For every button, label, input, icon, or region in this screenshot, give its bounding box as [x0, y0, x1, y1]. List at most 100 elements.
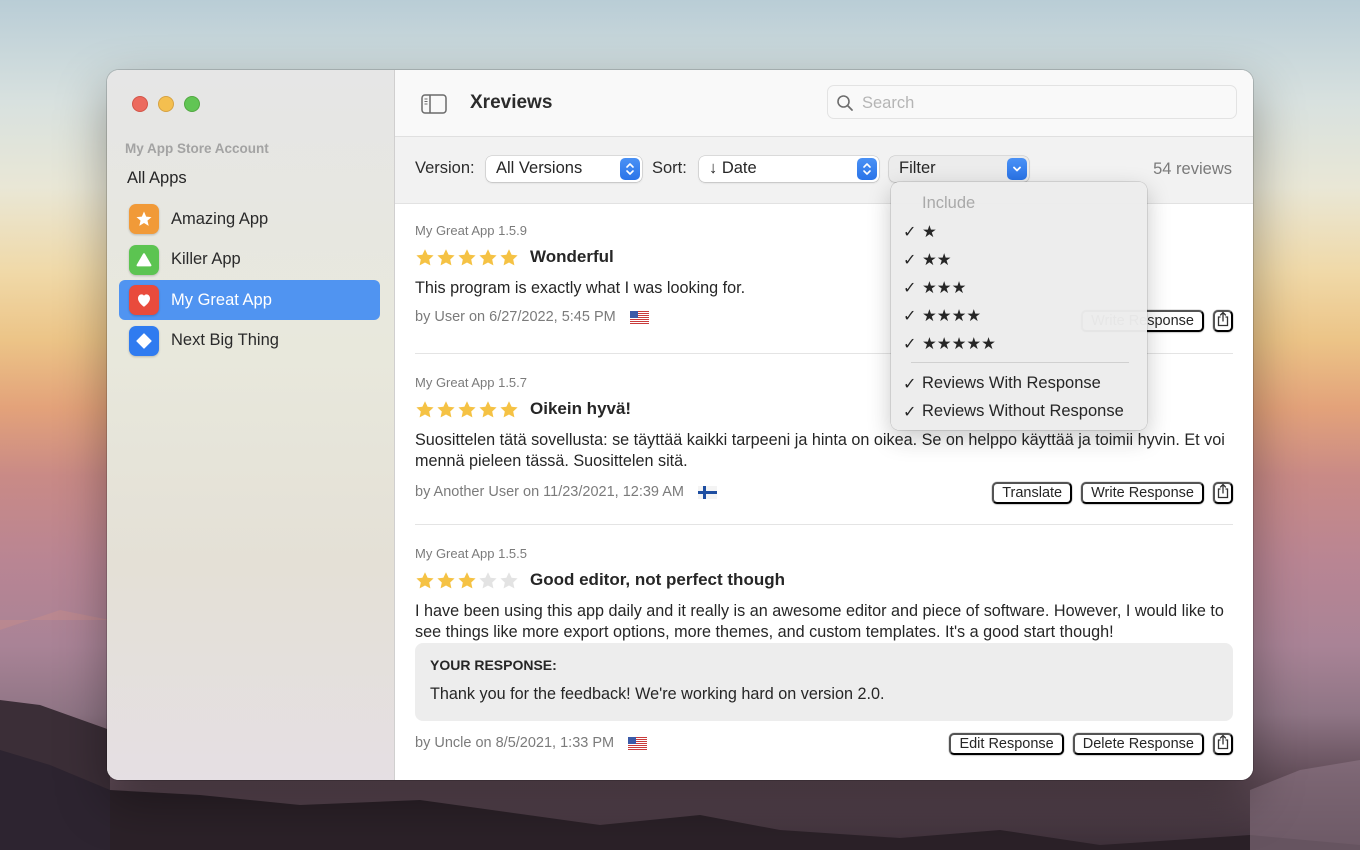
- app-list: Amazing App Killer App My Great App Next…: [119, 199, 380, 361]
- share-icon: [1216, 483, 1230, 503]
- star-filled-icon: [436, 571, 456, 590]
- share-button[interactable]: [1213, 482, 1233, 504]
- menu-item-label: ★★★★★: [922, 334, 996, 354]
- share-button[interactable]: [1213, 310, 1233, 332]
- app-icon-killer-app: [129, 245, 159, 275]
- filter-2-stars[interactable]: ✓ ★★: [891, 246, 1147, 274]
- translate-button[interactable]: Translate: [992, 482, 1072, 504]
- star-icon: [135, 210, 153, 228]
- filter-select[interactable]: Filter: [889, 156, 1029, 182]
- sidebar-toggle-icon[interactable]: [421, 94, 447, 114]
- title-bar: Xreviews: [395, 70, 1253, 137]
- version-label: Version:: [415, 159, 475, 178]
- triangle-icon: [135, 251, 153, 269]
- sidebar-item-killer-app[interactable]: Killer App: [119, 240, 380, 280]
- sidebar-item-amazing-app[interactable]: Amazing App: [119, 199, 380, 239]
- filter-menu-header: Include: [922, 194, 975, 213]
- review-title: Good editor, not perfect though: [530, 570, 785, 590]
- delete-response-button[interactable]: Delete Response: [1073, 733, 1204, 755]
- menu-item-label: ★★★★: [922, 306, 981, 326]
- up-down-chevron-icon: [857, 158, 877, 180]
- minimize-window-button[interactable]: [158, 96, 174, 112]
- review-header: Wonderful: [415, 247, 614, 267]
- share-button[interactable]: [1213, 733, 1233, 755]
- version-select[interactable]: All Versions: [486, 156, 642, 182]
- filter-3-stars[interactable]: ✓ ★★★: [891, 274, 1147, 302]
- checkmark-icon: ✓: [903, 334, 916, 354]
- star-filled-icon: [415, 248, 435, 267]
- star-filled-icon: [499, 400, 519, 419]
- menu-separator: [911, 362, 1129, 363]
- search-input[interactable]: [860, 86, 1224, 120]
- review-author-date: by Another User on 11/23/2021, 12:39 AM: [415, 484, 684, 500]
- sidebar-item-my-great-app[interactable]: My Great App: [119, 280, 380, 320]
- app-label: My Great App: [171, 291, 272, 310]
- star-rating: [415, 400, 519, 419]
- filter-menu: Include ✓ ★ ✓ ★★ ✓ ★★★ ✓ ★★★★ ✓ ★★★★★ ✓ …: [891, 182, 1147, 430]
- diamond-icon: [135, 332, 153, 350]
- version-select-value: All Versions: [496, 159, 582, 178]
- up-down-chevron-icon: [620, 158, 640, 180]
- checkmark-icon: ✓: [903, 250, 916, 270]
- window-controls: [132, 96, 200, 112]
- review-actions: Translate Write Response: [992, 482, 1233, 504]
- star-empty-icon: [499, 571, 519, 590]
- zoom-window-button[interactable]: [184, 96, 200, 112]
- review-body: This program is exactly what I was looki…: [415, 278, 745, 299]
- search-field[interactable]: [827, 85, 1237, 119]
- sidebar-item-all-apps[interactable]: All Apps: [127, 169, 187, 188]
- app-label: Next Big Thing: [171, 331, 279, 350]
- review-header: Oikein hyvä!: [415, 399, 631, 419]
- review-count: 54 reviews: [1153, 160, 1232, 179]
- star-empty-icon: [478, 571, 498, 590]
- app-label: Amazing App: [171, 210, 268, 229]
- menu-item-label: Reviews Without Response: [922, 402, 1124, 421]
- checkmark-icon: ✓: [903, 402, 916, 422]
- review-meta: by Another User on 11/23/2021, 12:39 AM: [415, 484, 717, 500]
- filter-select-value: Filter: [899, 159, 936, 178]
- filter-5-stars[interactable]: ✓ ★★★★★: [891, 330, 1147, 358]
- review-item: My Great App 1.5.5 Good editor, not perf…: [415, 525, 1233, 780]
- filter-with-response[interactable]: ✓ Reviews With Response: [891, 370, 1147, 398]
- review-title: Oikein hyvä!: [530, 399, 631, 419]
- review-version: My Great App 1.5.9: [415, 223, 527, 238]
- star-filled-icon: [415, 400, 435, 419]
- review-author-date: by Uncle on 8/5/2021, 1:33 PM: [415, 735, 614, 751]
- search-icon: [836, 94, 854, 112]
- review-body: Suosittelen tätä sovellusta: se täyttää …: [415, 430, 1233, 472]
- review-meta: by User on 6/27/2022, 5:45 PM: [415, 309, 649, 325]
- star-filled-icon: [457, 571, 477, 590]
- star-rating: [415, 248, 519, 267]
- sort-select[interactable]: ↓ Date: [699, 156, 879, 182]
- sidebar-item-next-big-thing[interactable]: Next Big Thing: [119, 321, 380, 361]
- star-rating: [415, 571, 519, 590]
- menu-item-label: ★★★: [922, 278, 966, 298]
- checkmark-icon: ✓: [903, 306, 916, 326]
- app-icon-amazing-app: [129, 204, 159, 234]
- checkmark-icon: ✓: [903, 374, 916, 394]
- star-filled-icon: [457, 248, 477, 267]
- developer-response: YOUR RESPONSE: Thank you for the feedbac…: [415, 643, 1233, 721]
- heart-icon: [135, 291, 153, 309]
- write-response-button[interactable]: Write Response: [1081, 482, 1204, 504]
- chevron-down-icon: [1007, 158, 1027, 180]
- review-body: I have been using this app daily and it …: [415, 601, 1233, 643]
- star-filled-icon: [436, 248, 456, 267]
- filter-without-response[interactable]: ✓ Reviews Without Response: [891, 398, 1147, 426]
- sort-label: Sort:: [652, 159, 687, 178]
- star-filled-icon: [499, 248, 519, 267]
- sidebar-section-title: My App Store Account: [125, 141, 269, 156]
- close-window-button[interactable]: [132, 96, 148, 112]
- star-filled-icon: [436, 400, 456, 419]
- star-filled-icon: [415, 571, 435, 590]
- star-filled-icon: [478, 400, 498, 419]
- response-text: Thank you for the feedback! We're workin…: [430, 685, 1218, 704]
- filter-4-stars[interactable]: ✓ ★★★★: [891, 302, 1147, 330]
- edit-response-button[interactable]: Edit Response: [949, 733, 1063, 755]
- us-flag-icon: [630, 311, 649, 324]
- app-icon-my-great-app: [129, 285, 159, 315]
- app-icon-next-big-thing: [129, 326, 159, 356]
- filter-1-star[interactable]: ✓ ★: [891, 218, 1147, 246]
- review-actions: Edit Response Delete Response: [949, 733, 1233, 755]
- review-header: Good editor, not perfect though: [415, 570, 785, 590]
